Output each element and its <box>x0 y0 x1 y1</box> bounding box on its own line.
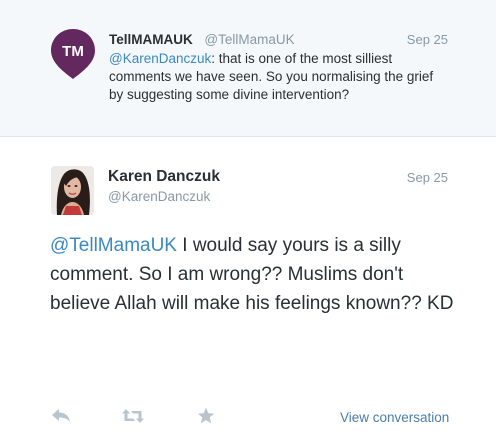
avatar-text: TM <box>62 43 84 60</box>
star-icon[interactable] <box>197 407 215 430</box>
main-tweet-text: @TellMamaUK I would say yours is a silly… <box>50 231 460 318</box>
parent-mention-link[interactable]: @KarenDanczuk <box>109 51 211 66</box>
parent-header: TellMAMAUK @TellMamaUK <box>109 32 295 47</box>
tweet-actions: View conversation <box>0 404 496 428</box>
main-mention-link[interactable]: @TellMamaUK <box>50 235 177 256</box>
parent-tweet-date[interactable]: Sep 25 <box>407 32 448 47</box>
karen-avatar[interactable] <box>51 166 94 215</box>
view-conversation-link[interactable]: View conversation <box>340 410 449 425</box>
main-tweet-date[interactable]: Sep 25 <box>407 170 448 185</box>
tellmama-avatar[interactable]: TM <box>50 28 96 80</box>
parent-tweet: TM TellMAMAUK @TellMamaUK Sep 25 @KarenD… <box>0 0 496 137</box>
parent-author-handle[interactable]: @TellMamaUK <box>204 32 294 47</box>
parent-author-name[interactable]: TellMAMAUK <box>109 32 193 47</box>
reply-icon[interactable] <box>51 408 71 429</box>
main-author-name[interactable]: Karen Danczuk <box>108 168 220 186</box>
retweet-icon[interactable] <box>121 408 145 429</box>
main-author-handle[interactable]: @KarenDanczuk <box>108 189 210 204</box>
parent-tweet-text: @KarenDanczuk: that is one of the most s… <box>109 50 449 104</box>
